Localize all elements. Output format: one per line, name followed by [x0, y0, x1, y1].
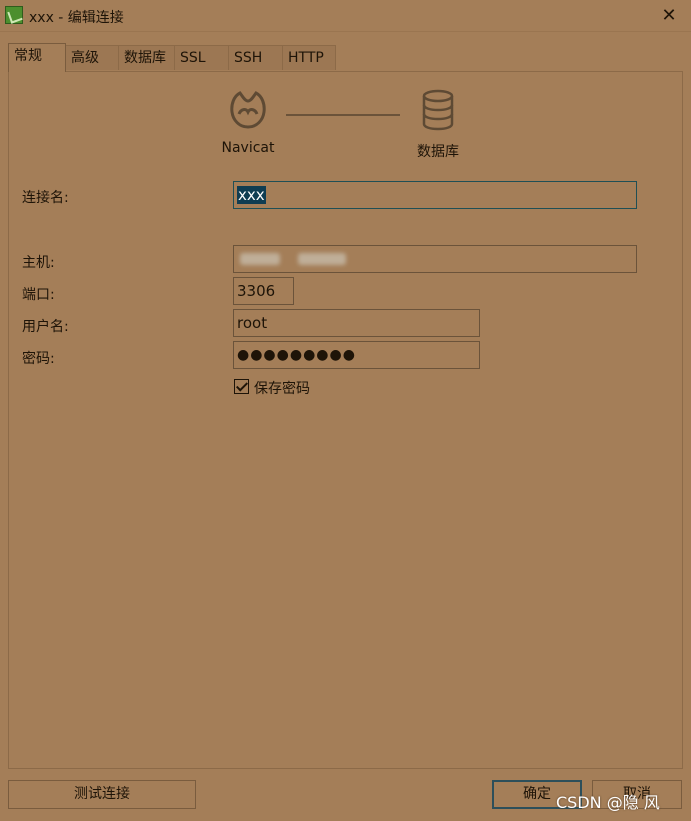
save-password-label: 保存密码 — [254, 381, 310, 397]
close-icon: ✕ — [661, 5, 677, 26]
tab-ssh[interactable]: SSH — [228, 45, 283, 70]
port-value: 3306 — [237, 282, 276, 300]
password-value: ●●●●●●●●● — [237, 347, 356, 363]
connection-name-input[interactable]: xxx — [233, 181, 637, 209]
port-input[interactable]: 3306 — [233, 277, 294, 305]
tab-http[interactable]: HTTP — [282, 45, 336, 70]
database-icon — [422, 89, 454, 131]
window-title: xxx - 编辑连接 — [29, 10, 124, 26]
save-password-checkbox[interactable] — [234, 379, 249, 394]
connection-name-label: 连接名: — [22, 190, 69, 206]
tab-general[interactable]: 常规 — [8, 43, 66, 72]
username-value: root — [237, 314, 268, 332]
title-bar: xxx - 编辑连接 ✕ — [0, 0, 691, 32]
navicat-logo-icon — [230, 91, 266, 129]
connection-name-value: xxx — [237, 186, 266, 204]
tab-advanced[interactable]: 高级 — [65, 45, 119, 70]
host-label: 主机: — [22, 255, 55, 271]
port-label: 端口: — [22, 287, 55, 303]
username-input[interactable]: root — [233, 309, 480, 337]
tab-database[interactable]: 数据库 — [118, 45, 175, 70]
host-redaction — [240, 253, 280, 265]
test-connection-button[interactable]: 测试连接 — [8, 780, 196, 809]
database-label: 数据库 — [417, 144, 459, 160]
navicat-app-icon — [5, 6, 23, 24]
connection-line — [286, 114, 400, 116]
host-redaction — [298, 253, 346, 265]
csdn-watermark: CSDN @隐 风 — [556, 793, 660, 812]
password-label: 密码: — [22, 351, 55, 367]
password-input[interactable]: ●●●●●●●●● — [233, 341, 480, 369]
tab-ssl[interactable]: SSL — [174, 45, 229, 70]
general-panel — [8, 71, 683, 769]
tab-bar: 常规 高级 数据库 SSL SSH HTTP — [8, 43, 336, 72]
navicat-label: Navicat — [221, 140, 275, 156]
close-button[interactable]: ✕ — [655, 2, 683, 30]
host-input[interactable] — [233, 245, 637, 273]
username-label: 用户名: — [22, 319, 69, 335]
